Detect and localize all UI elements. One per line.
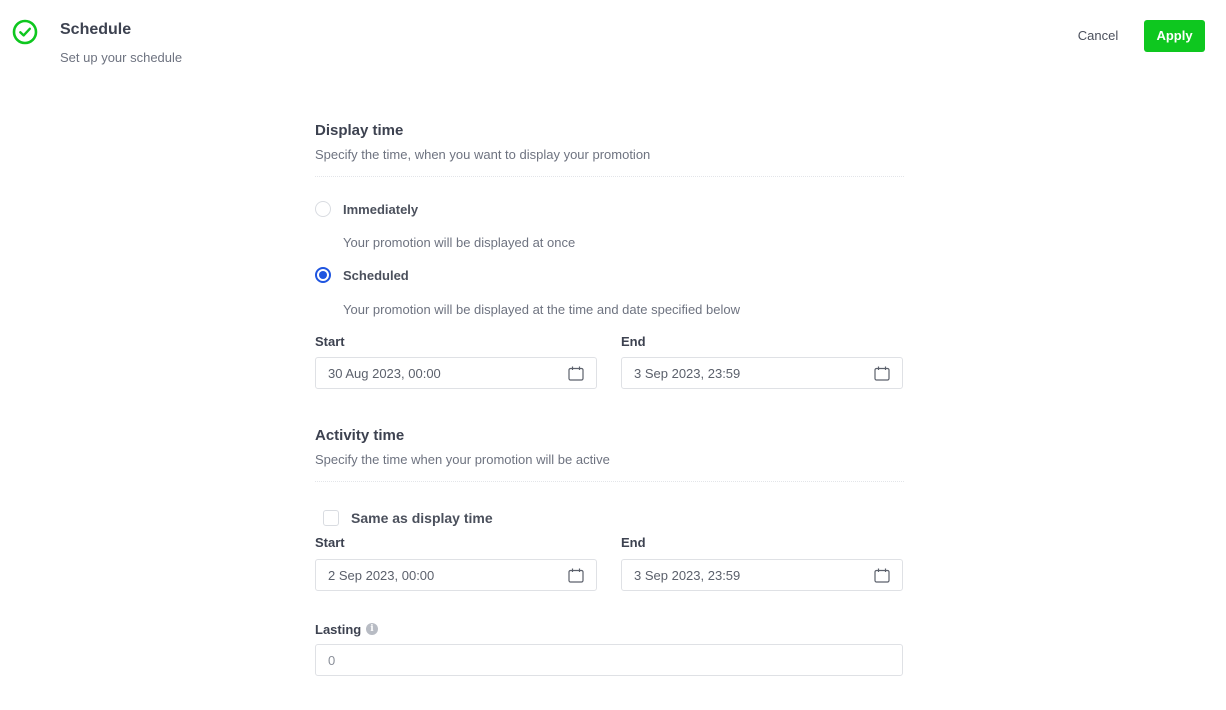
display-start-date-input[interactable]: 30 Aug 2023, 00:00 xyxy=(315,357,597,389)
radio-immediately-description: Your promotion will be displayed at once xyxy=(343,235,576,250)
calendar-icon[interactable] xyxy=(874,568,890,583)
radio-scheduled-description: Your promotion will be displayed at the … xyxy=(343,302,740,317)
check-circle-icon xyxy=(12,19,38,45)
apply-button[interactable]: Apply xyxy=(1144,20,1205,52)
calendar-icon[interactable] xyxy=(874,366,890,381)
radio-scheduled[interactable] xyxy=(315,267,331,283)
same-as-display-checkbox[interactable] xyxy=(323,510,339,526)
activity-end-value: 3 Sep 2023, 23:59 xyxy=(634,568,741,583)
display-end-value: 3 Sep 2023, 23:59 xyxy=(634,366,741,381)
calendar-icon[interactable] xyxy=(568,366,584,381)
lasting-label: Lasting xyxy=(315,622,362,637)
radio-immediately[interactable] xyxy=(315,201,331,217)
info-icon[interactable]: i xyxy=(366,623,378,635)
page-subtitle: Set up your schedule xyxy=(60,50,183,65)
lasting-input[interactable] xyxy=(315,644,903,676)
same-as-display-label[interactable]: Same as display time xyxy=(351,510,493,526)
display-end-date-input[interactable]: 3 Sep 2023, 23:59 xyxy=(621,357,903,389)
activity-end-label: End xyxy=(621,535,646,550)
radio-immediately-label[interactable]: Immediately xyxy=(343,202,418,217)
activity-start-date-input[interactable]: 2 Sep 2023, 00:00 xyxy=(315,559,597,591)
display-end-label: End xyxy=(621,334,646,349)
display-start-value: 30 Aug 2023, 00:00 xyxy=(328,366,441,381)
activity-time-title: Activity time xyxy=(315,427,405,444)
cancel-button[interactable]: Cancel xyxy=(1066,21,1130,51)
activity-start-label: Start xyxy=(315,535,345,550)
display-start-label: Start xyxy=(315,334,345,349)
calendar-icon[interactable] xyxy=(568,568,584,583)
display-time-description: Specify the time, when you want to displ… xyxy=(315,147,651,162)
radio-scheduled-label[interactable]: Scheduled xyxy=(343,268,409,283)
activity-end-date-input[interactable]: 3 Sep 2023, 23:59 xyxy=(621,559,903,591)
page-title: Schedule xyxy=(60,21,132,38)
activity-start-value: 2 Sep 2023, 00:00 xyxy=(328,568,435,583)
divider xyxy=(315,481,904,482)
activity-time-description: Specify the time when your promotion wil… xyxy=(315,452,610,467)
divider xyxy=(315,176,904,177)
display-time-title: Display time xyxy=(315,122,404,139)
